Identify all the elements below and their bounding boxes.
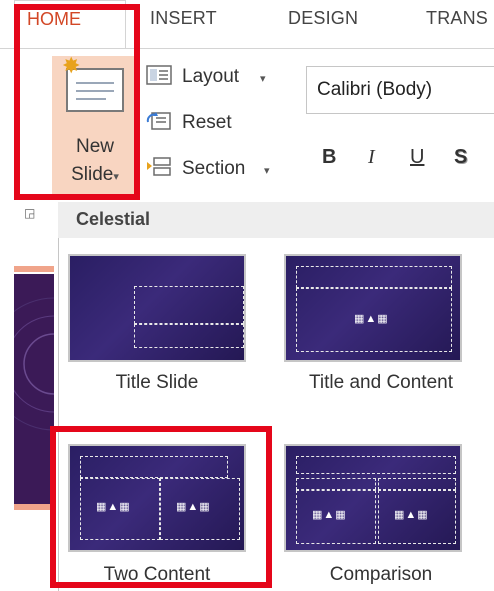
- subtitle-placeholder: [134, 324, 244, 348]
- left-content-insert-icons: ▦▲▦: [312, 509, 347, 521]
- reset-label: Reset: [182, 112, 232, 133]
- bold-button[interactable]: B: [322, 146, 336, 169]
- text-shadow-button[interactable]: S: [454, 146, 467, 169]
- gallery-theme-header: Celestial: [58, 202, 494, 238]
- layout-title-slide-label: Title Slide: [115, 372, 199, 393]
- right-content-insert-icons: ▦▲▦: [394, 509, 429, 521]
- layout-comparison[interactable]: ▦▲▦ ▦▲▦: [284, 444, 462, 552]
- section-caret-icon: ▾: [264, 165, 270, 177]
- layout-comparison-label: Comparison: [329, 564, 433, 585]
- section-button[interactable]: [146, 156, 172, 183]
- title-placeholder: [134, 286, 244, 324]
- layout-title-and-content-label: Title and Content: [309, 372, 453, 393]
- celestial-pattern-icon: [0, 297, 121, 431]
- layout-label: Layout: [182, 66, 240, 87]
- slide-thumbnail[interactable]: [0, 274, 121, 506]
- layout-icon: [146, 65, 172, 85]
- section-label: Section: [182, 158, 246, 179]
- tab-insert[interactable]: INSERT: [150, 8, 217, 29]
- theme-name: Celestial: [76, 209, 151, 229]
- highlight-box-two-content: [50, 426, 272, 588]
- reset-button[interactable]: [146, 110, 172, 137]
- layout-title-slide[interactable]: [68, 254, 246, 362]
- layout-caret-icon: ▾: [260, 73, 266, 85]
- title-placeholder: [296, 266, 452, 288]
- slide-thumbnail-border-top: [14, 266, 54, 272]
- tab-transitions[interactable]: TRANS: [426, 8, 488, 29]
- font-name-value: Calibri (Body): [317, 79, 433, 100]
- tab-design[interactable]: DESIGN: [288, 8, 358, 29]
- content-insert-icons: ▦▲▦: [354, 313, 389, 325]
- font-name-combobox[interactable]: Calibri (Body): [306, 66, 494, 114]
- underline-button[interactable]: U: [410, 146, 424, 169]
- right-heading-placeholder: [378, 478, 456, 490]
- section-icon: [147, 157, 171, 176]
- highlight-box-new-slide: [14, 4, 140, 200]
- layout-title-and-content[interactable]: ▦▲▦: [284, 254, 462, 362]
- layout-button[interactable]: [146, 64, 172, 91]
- left-heading-placeholder: [296, 478, 376, 490]
- reset-icon: [146, 112, 171, 130]
- italic-button[interactable]: I: [368, 146, 375, 169]
- slide-thumbnail-border-bottom: [14, 504, 54, 510]
- dialog-launcher-icon[interactable]: ◲: [24, 206, 35, 220]
- title-placeholder: [296, 456, 456, 474]
